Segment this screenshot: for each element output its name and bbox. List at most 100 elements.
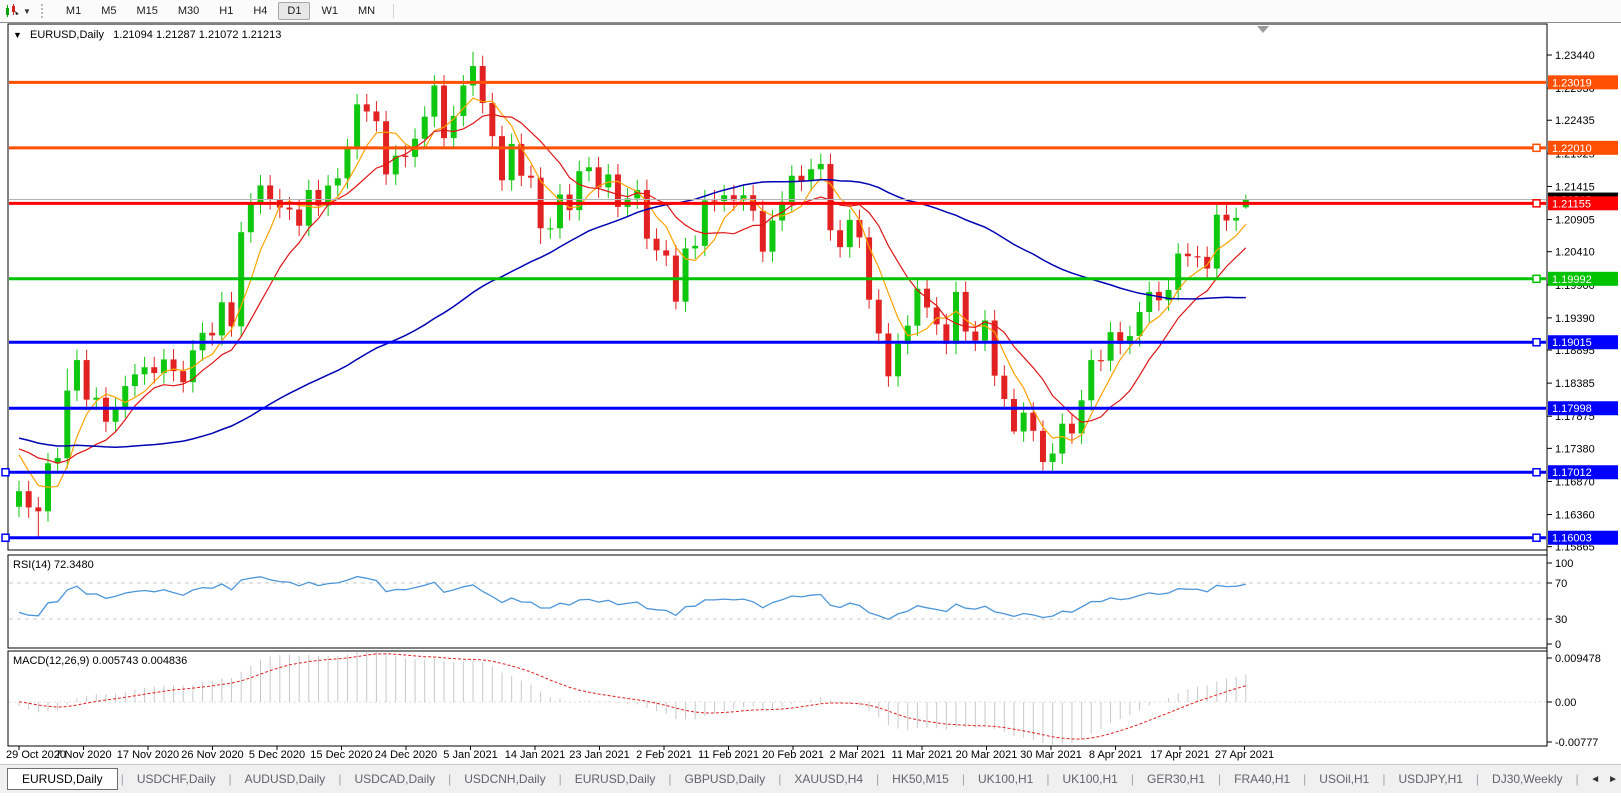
timeframe-button-w1[interactable]: W1 bbox=[312, 2, 347, 20]
chart-menu-arrow-icon[interactable]: ▼ bbox=[13, 30, 22, 40]
candle bbox=[1185, 254, 1191, 257]
date-tick-label: 7 Nov 2020 bbox=[55, 749, 111, 761]
chart-tab-dj30-weekly[interactable]: DJ30,Weekly bbox=[1480, 770, 1574, 788]
chart-tab-fra40-h1[interactable]: FRA40,H1 bbox=[1222, 770, 1302, 788]
rsi-tick-label: 100 bbox=[1555, 558, 1573, 570]
candle bbox=[972, 332, 978, 341]
timeframe-button-m15[interactable]: M15 bbox=[127, 2, 166, 20]
price-badge-label: 1.17998 bbox=[1552, 403, 1592, 415]
candle bbox=[827, 164, 833, 230]
timeframe-button-m1[interactable]: M1 bbox=[57, 2, 90, 20]
hline-handle-right-1.21155[interactable] bbox=[1533, 200, 1540, 207]
candle bbox=[64, 391, 70, 459]
candle bbox=[344, 149, 350, 178]
chart-tab-eurusd-daily[interactable]: EURUSD,Daily bbox=[7, 768, 118, 790]
timeframe-toolbar: ▼ M1M5M15M30H1H4D1W1MN bbox=[0, 0, 1621, 23]
date-tick-label: 2 Mar 2021 bbox=[830, 749, 886, 761]
hline-handle-right-1.16003[interactable] bbox=[1533, 534, 1540, 541]
candle bbox=[934, 307, 940, 324]
timeframe-button-m30[interactable]: M30 bbox=[169, 2, 208, 20]
candle bbox=[1079, 400, 1085, 433]
chart-tab-eurusd-daily[interactable]: EURUSD,Daily bbox=[563, 770, 668, 788]
price-tick-label: 1.19390 bbox=[1555, 313, 1595, 325]
chart-tab-usoil-h1[interactable]: USOil,H1 bbox=[1307, 770, 1381, 788]
candle bbox=[1233, 218, 1239, 221]
candle bbox=[1069, 424, 1075, 434]
candle bbox=[1050, 454, 1056, 462]
candle bbox=[142, 367, 148, 374]
candle bbox=[74, 360, 80, 391]
candle bbox=[953, 292, 959, 344]
rsi-tick-label: 70 bbox=[1555, 578, 1567, 590]
timeframe-button-m5[interactable]: M5 bbox=[92, 2, 125, 20]
macd-tick-label: -0.00777 bbox=[1555, 737, 1598, 749]
date-tick-label: 5 Dec 2020 bbox=[249, 749, 305, 761]
date-tick-label: 15 Dec 2020 bbox=[310, 749, 372, 761]
hline-handle-right-1.19015[interactable] bbox=[1533, 339, 1540, 346]
price-tick-label: 1.17380 bbox=[1555, 443, 1595, 455]
date-tick-label: 2 Feb 2021 bbox=[636, 749, 692, 761]
candle bbox=[267, 185, 273, 199]
chart-tab-bar: EURUSD,Daily|USDCHF,Daily|AUDUSD,Daily|U… bbox=[0, 764, 1621, 793]
price-badge-label: 1.19015 bbox=[1552, 337, 1592, 349]
candle bbox=[402, 156, 408, 157]
chart-tab-usdcnh-daily[interactable]: USDCNH,Daily bbox=[452, 770, 557, 788]
candle bbox=[605, 174, 611, 187]
candle bbox=[509, 144, 515, 180]
candle bbox=[1059, 424, 1065, 454]
candle bbox=[721, 195, 727, 201]
candle bbox=[837, 230, 843, 247]
rsi-tick-label: 0 bbox=[1555, 639, 1561, 651]
chart-tab-xauusd-h4[interactable]: XAUUSD,H4 bbox=[782, 770, 875, 788]
candle bbox=[789, 176, 795, 202]
price-tick-label: 1.23440 bbox=[1555, 50, 1595, 62]
candle bbox=[499, 136, 505, 180]
chart-tab-uk100-h1[interactable]: UK100,H1 bbox=[966, 770, 1045, 788]
candle bbox=[895, 344, 901, 376]
chart-tab-audusd-daily[interactable]: AUDUSD,Daily bbox=[233, 770, 338, 788]
hline-handle-left-1.16003[interactable] bbox=[2, 534, 9, 541]
candle bbox=[219, 302, 225, 335]
timeframe-button-mn[interactable]: MN bbox=[349, 2, 384, 20]
date-tick-label: 20 Mar 2021 bbox=[956, 749, 1018, 761]
macd-tick-label: 0.00 bbox=[1555, 697, 1576, 709]
toolbar-grip[interactable] bbox=[41, 4, 47, 18]
tab-scroll-left-icon[interactable]: ◄ bbox=[1590, 774, 1600, 785]
candle bbox=[692, 246, 698, 249]
candle bbox=[335, 178, 341, 185]
candle bbox=[1214, 215, 1220, 269]
date-tick-label: 8 Apr 2021 bbox=[1089, 749, 1142, 761]
chart-tab-gbpusd-daily[interactable]: GBPUSD,Daily bbox=[673, 770, 778, 788]
date-tick-label: 14 Jan 2021 bbox=[505, 749, 566, 761]
chart-type-button[interactable]: ▼ bbox=[4, 4, 31, 18]
price-badge-label: 1.16003 bbox=[1552, 533, 1592, 545]
rsi-tick-label: 30 bbox=[1555, 614, 1567, 626]
macd-indicator-label: MACD(12,26,9) 0.005743 0.004836 bbox=[13, 655, 187, 667]
candle bbox=[760, 211, 766, 252]
candle bbox=[885, 333, 891, 376]
hline-handle-right-1.17012[interactable] bbox=[1533, 469, 1540, 476]
timeframe-button-d1[interactable]: D1 bbox=[278, 2, 310, 20]
candle bbox=[1195, 256, 1201, 257]
candle bbox=[1175, 254, 1181, 290]
chart-tab-usdcad-daily[interactable]: USDCAD,Daily bbox=[342, 770, 447, 788]
hline-handle-left-1.17012[interactable] bbox=[2, 469, 9, 476]
candle bbox=[644, 190, 650, 239]
candle bbox=[1040, 431, 1046, 462]
candle bbox=[818, 164, 824, 169]
candle bbox=[1108, 332, 1114, 361]
chart-tab-usdchf-daily[interactable]: USDCHF,Daily bbox=[125, 770, 228, 788]
hline-handle-right-1.19992[interactable] bbox=[1533, 275, 1540, 282]
timeframe-button-h4[interactable]: H4 bbox=[244, 2, 276, 20]
tab-scroll-right-icon[interactable]: ► bbox=[1608, 774, 1618, 785]
date-tick-label: 11 Feb 2021 bbox=[698, 749, 759, 761]
candle bbox=[663, 250, 669, 255]
chart-tab-hk50-m15[interactable]: HK50,M15 bbox=[880, 770, 961, 788]
timeframe-button-h1[interactable]: H1 bbox=[210, 2, 242, 20]
chart-tab-uk100-h1[interactable]: UK100,H1 bbox=[1050, 770, 1129, 788]
chart-tab-usdjpy-h1[interactable]: USDJPY,H1 bbox=[1386, 770, 1474, 788]
hline-handle-right-1.22010[interactable] bbox=[1533, 144, 1540, 151]
date-tick-label: 26 Nov 2020 bbox=[181, 749, 243, 761]
candle bbox=[373, 111, 379, 121]
chart-tab-ger30-h1[interactable]: GER30,H1 bbox=[1135, 770, 1217, 788]
